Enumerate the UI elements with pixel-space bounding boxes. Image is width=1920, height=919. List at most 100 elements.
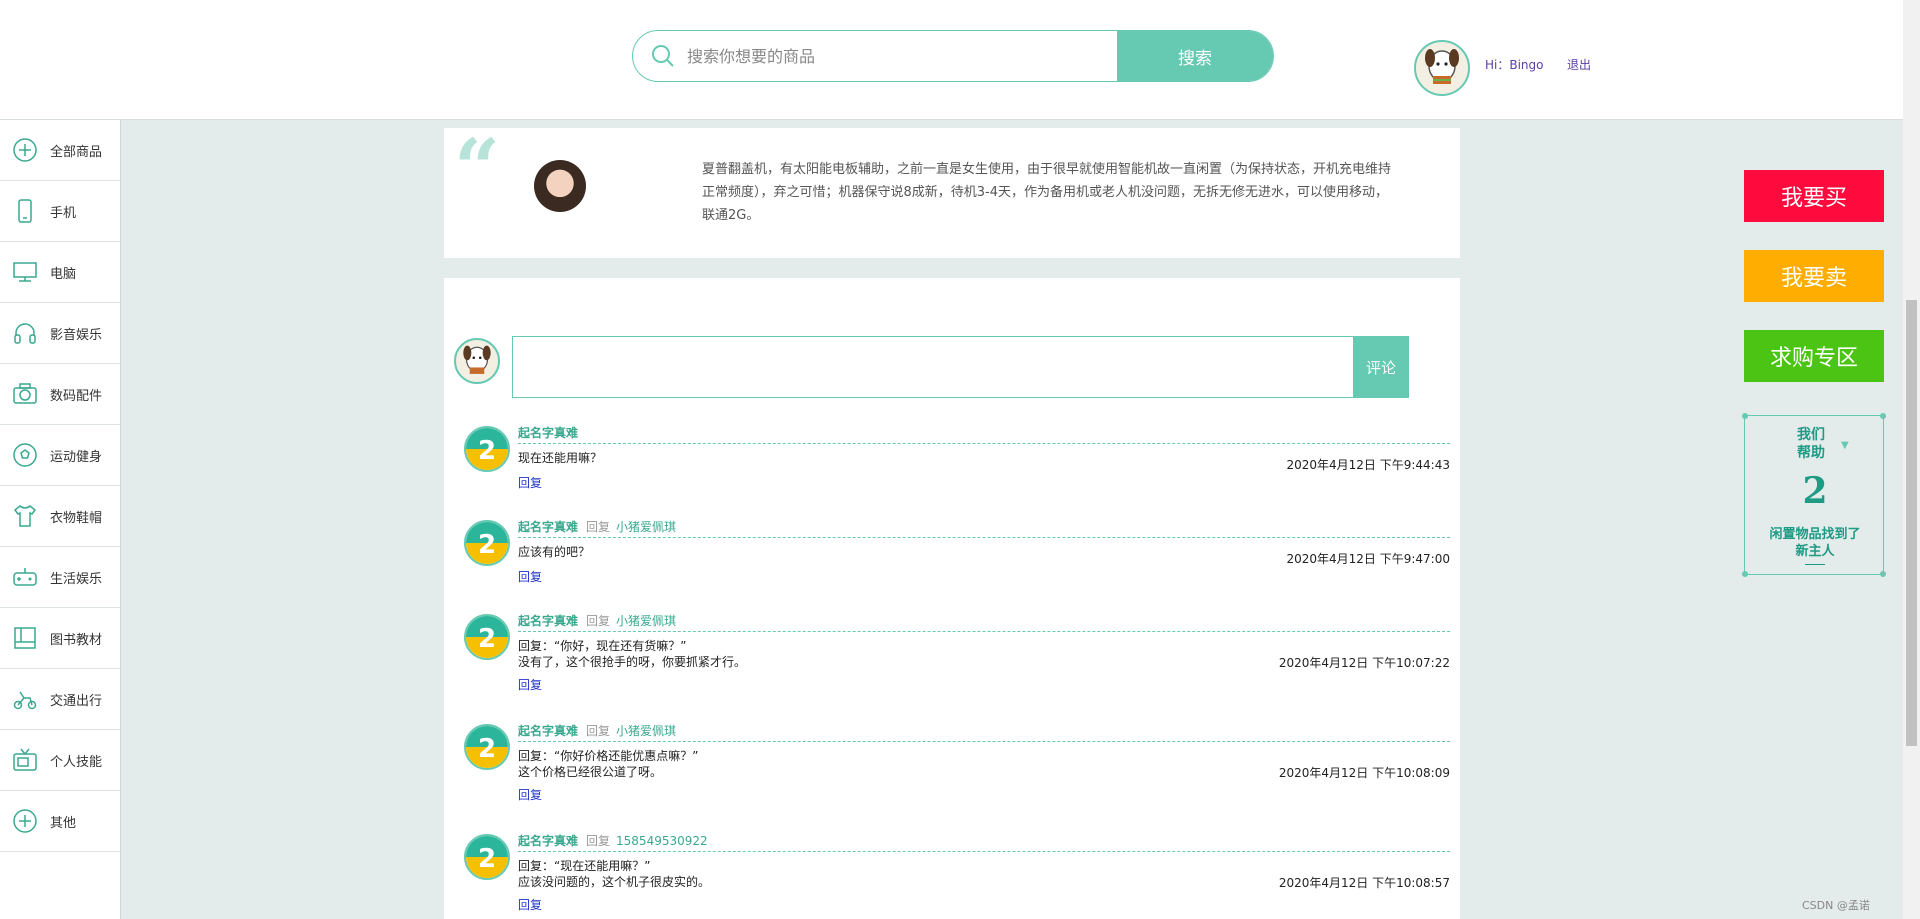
search-button[interactable]: 搜索 — [1117, 31, 1273, 81]
wanted-zone-button[interactable]: 求购专区 — [1744, 330, 1884, 382]
help-caption: 闲置物品找到了 新主人 — [1769, 527, 1861, 559]
category-sidebar: 全部商品 手机 电脑 影音娱乐 数码配件 运动健身 衣物鞋帽 生活娱乐 图书教材… — [0, 120, 121, 919]
sidebar-item-phone[interactable]: 手机 — [0, 181, 120, 242]
want-to-sell-button[interactable]: 我要卖 — [1744, 250, 1884, 302]
svg-text:2: 2 — [478, 530, 496, 560]
watermark: CSDN @孟诺 — [1802, 899, 1870, 912]
divider — [1805, 564, 1825, 565]
seller-avatar[interactable] — [534, 160, 586, 212]
commenter-name[interactable]: 起名字真难 — [518, 426, 578, 440]
sidebar-item-books[interactable]: 图书教材 — [0, 608, 120, 669]
logout-link[interactable]: 退出 — [1567, 56, 1591, 73]
scrollbar-thumb[interactable] — [1906, 300, 1917, 746]
sidebar-item-label: 其他 — [50, 815, 77, 831]
corner-dot — [1742, 571, 1748, 577]
sidebar-item-all[interactable]: 全部商品 — [0, 120, 120, 181]
comment-textarea[interactable] — [512, 336, 1354, 398]
user-avatar[interactable] — [1414, 40, 1470, 96]
comment-item: 2 起名字真难 回复 小猪爱佩琪 应该有的吧？ 2020年4月12日 下午9:47:… — [464, 518, 1450, 608]
corner-dot — [1880, 413, 1886, 419]
sidebar-item-label: 个人技能 — [50, 754, 103, 770]
headphones-icon — [12, 320, 38, 346]
comment-section: 评论 2 起名字真难 现在还能用嘛？ 2020年4月12日 下午9:44:43 … — [444, 278, 1460, 919]
commenter-avatar: 2 — [464, 614, 510, 660]
sidebar-item-label: 影音娱乐 — [50, 327, 103, 343]
reply-word: 回复 — [586, 724, 611, 738]
shirt-icon — [12, 503, 38, 529]
want-to-buy-button[interactable]: 我要买 — [1744, 170, 1884, 222]
sidebar-item-clothes[interactable]: 衣物鞋帽 — [0, 486, 120, 547]
vertical-scrollbar[interactable] — [1903, 0, 1920, 919]
sidebar-item-transport[interactable]: 交通出行 — [0, 669, 120, 730]
reply-target-name[interactable]: 小猪爱佩琪 — [616, 520, 676, 534]
commenter-name[interactable]: 起名字真难 — [518, 614, 578, 628]
commenter-avatar: 2 — [464, 520, 510, 566]
sidebar-item-label: 交通出行 — [50, 693, 103, 709]
sidebar-item-skills[interactable]: 个人技能 — [0, 730, 120, 791]
sidebar-item-label: 手机 — [50, 205, 77, 221]
comment-item: 2 起名字真难 回复 158549530922 回复：“现在还能用嘛？” 应该没问题的… — [464, 832, 1450, 919]
comment-time: 2020年4月12日 下午10:08:09 — [1278, 766, 1450, 780]
reply-link[interactable]: 回复 — [518, 568, 542, 585]
sidebar-item-label: 电脑 — [50, 266, 77, 282]
top-header: 搜索 Hi：Bingo 退出 — [0, 0, 1903, 120]
reply-link[interactable]: 回复 — [518, 676, 542, 693]
reply-target-name[interactable]: 158549530922 — [616, 834, 708, 848]
comment-item: 2 起名字真难 回复 小猪爱佩琪 回复：“你好，现在还有货嘛？” 没有了，这个很抢手的… — [464, 612, 1450, 702]
plus-circle-icon — [12, 137, 38, 163]
phone-icon — [12, 198, 38, 224]
tv-icon — [12, 747, 38, 773]
commenter-avatar: 2 — [464, 724, 510, 770]
product-description-card: “ 夏普翻盖机，有太阳能电板辅助，之前一直是女生使用，由于很早就使用智能机故一直… — [444, 128, 1460, 258]
sidebar-item-computer[interactable]: 电脑 — [0, 242, 120, 303]
svg-text:2: 2 — [478, 624, 496, 654]
sidebar-item-label: 数码配件 — [50, 388, 103, 404]
plus-circle-icon — [12, 808, 38, 834]
reply-link[interactable]: 回复 — [518, 474, 542, 491]
reply-target-name[interactable]: 小猪爱佩琪 — [616, 724, 676, 738]
comment-time: 2020年4月12日 下午10:08:57 — [1278, 876, 1450, 890]
sidebar-item-media[interactable]: 影音娱乐 — [0, 303, 120, 364]
comment-input[interactable] — [513, 337, 1353, 397]
commenter-name[interactable]: 起名字真难 — [518, 520, 578, 534]
reply-link[interactable]: 回复 — [518, 786, 542, 803]
help-stats-box: 我们 帮助 ▼ 2 闲置物品找到了 新主人 — [1742, 413, 1886, 577]
caret-down-icon: ▼ — [1841, 440, 1849, 451]
soccer-ball-icon — [12, 442, 38, 468]
reply-word: 回复 — [586, 614, 611, 628]
help-count: 2 — [1802, 470, 1828, 512]
reply-link[interactable]: 回复 — [518, 896, 542, 913]
comment-time: 2020年4月12日 下午9:47:00 — [1286, 552, 1450, 566]
scooter-icon — [12, 686, 38, 712]
reply-word: 回复 — [586, 520, 611, 534]
sidebar-item-label: 运动健身 — [50, 449, 103, 465]
reply-target-name[interactable]: 小猪爱佩琪 — [616, 614, 676, 628]
submit-comment-button[interactable]: 评论 — [1353, 336, 1409, 398]
sidebar-item-label: 衣物鞋帽 — [50, 510, 103, 526]
commenter-name[interactable]: 起名字真难 — [518, 834, 578, 848]
help-title: 我们 帮助 — [1797, 427, 1825, 461]
commenter-avatar: 2 — [464, 426, 510, 472]
commenter-name[interactable]: 起名字真难 — [518, 724, 578, 738]
search-input[interactable] — [687, 31, 1087, 81]
sidebar-item-other[interactable]: 其他 — [0, 791, 120, 852]
search-bar: 搜索 — [632, 30, 1274, 82]
sidebar-item-life[interactable]: 生活娱乐 — [0, 547, 120, 608]
sidebar-item-digital[interactable]: 数码配件 — [0, 364, 120, 425]
corner-dot — [1742, 413, 1748, 419]
comment-header: 起名字真难 回复 小猪爱佩琪 — [518, 518, 1450, 538]
comment-header: 起名字真难 — [518, 424, 1450, 444]
user-greeting[interactable]: Hi：Bingo — [1485, 56, 1544, 73]
camera-icon — [12, 381, 38, 407]
quote-icon: “ — [454, 121, 501, 215]
sidebar-item-sports[interactable]: 运动健身 — [0, 425, 120, 486]
product-description: 夏普翻盖机，有太阳能电板辅助，之前一直是女生使用，由于很早就使用智能机故一直闲置… — [702, 162, 1392, 223]
sidebar-item-label: 全部商品 — [50, 144, 103, 160]
current-user-avatar — [454, 338, 500, 384]
comment-text: 回复：“你好，现在还有货嘛？” 没有了，这个很抢手的呀，你要抓紧才行。 — [518, 639, 747, 669]
comment-header: 起名字真难 回复 小猪爱佩琪 — [518, 612, 1450, 632]
svg-text:2: 2 — [478, 436, 496, 466]
sidebar-item-label: 生活娱乐 — [50, 571, 103, 587]
comment-item: 2 起名字真难 回复 小猪爱佩琪 回复：“你好价格还能优惠点嘛？” 这个价格已经很公道… — [464, 722, 1450, 812]
comment-text: 回复：“你好价格还能优惠点嘛？” 这个价格已经很公道了呀。 — [518, 749, 699, 779]
